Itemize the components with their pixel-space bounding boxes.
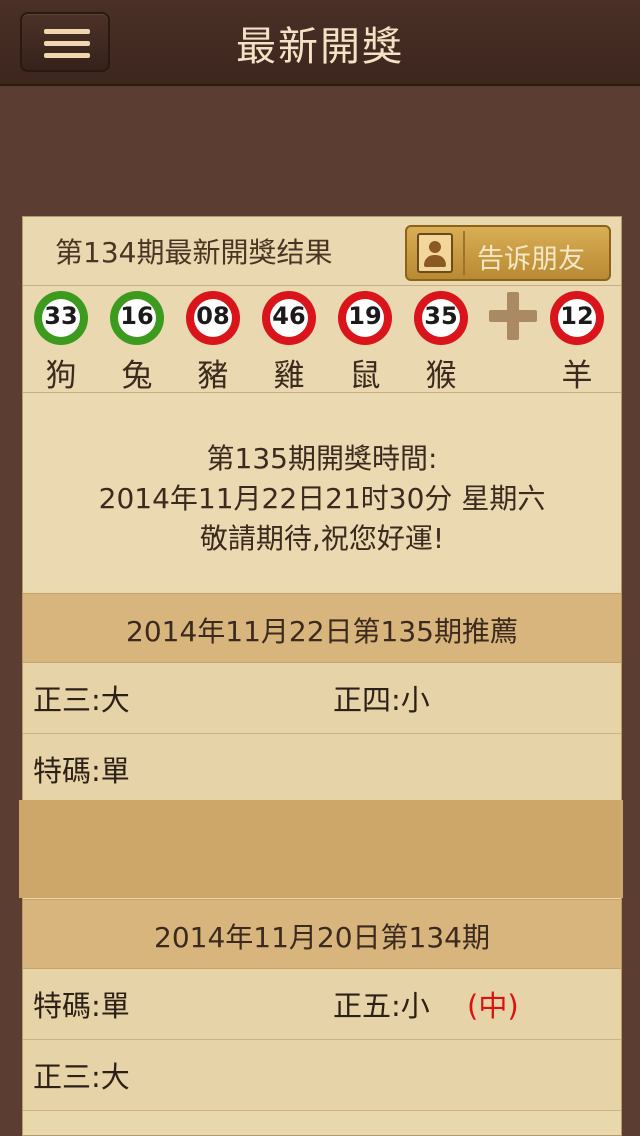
ball-number: 16 (120, 302, 154, 330)
special-ball: 12 (549, 290, 605, 346)
ball-number: 08 (196, 302, 230, 330)
draw-balls-row: 33 狗 16 兔 08 豬 46 雞 19 鼠 35 猴 12 羊 (23, 286, 621, 394)
tell-friends-button[interactable]: 告诉朋友 (405, 225, 611, 281)
pick-label: 正三:大 (33, 1060, 130, 1094)
next-draw-line: 第135期開獎時間: (206, 442, 438, 475)
tell-friends-label: 告诉朋友 (477, 244, 585, 275)
hit-badge: (中) (467, 989, 519, 1023)
plus-icon (489, 292, 537, 340)
latest-result-header: 第134期最新開獎结果 告诉朋友 (23, 217, 621, 286)
lottery-ball: 08 (185, 290, 241, 346)
zodiac-label: 猴 (425, 358, 457, 394)
ball-number: 12 (560, 302, 594, 330)
zodiac-label: 豬 (197, 358, 229, 394)
recommend-header: 2014年11月22日第135期推薦 (23, 593, 621, 663)
previous-title: 2014年11月20日第134期 (154, 921, 490, 954)
contacts-book-icon (417, 233, 453, 273)
zodiac-label: 鼠 (349, 358, 381, 394)
page-title: 最新開獎 (236, 24, 404, 70)
next-draw-time: 2014年11月22日21时30分 星期六 (98, 482, 546, 515)
pick-label: 特碼:單 (33, 754, 130, 788)
zodiac-label: 羊 (561, 358, 593, 394)
zodiac-label: 狗 (45, 358, 77, 394)
previous-header: 2014年11月20日第134期 (23, 899, 621, 969)
lottery-ball: 35 (413, 290, 469, 346)
ball-number: 35 (424, 302, 458, 330)
ball-number: 19 (348, 302, 382, 330)
latest-result-title: 第134期最新開獎结果 (55, 236, 333, 269)
next-draw-info: 第135期開獎時間: 2014年11月22日21时30分 星期六 敬請期待,祝您… (23, 393, 621, 591)
lottery-ball: 19 (337, 290, 393, 346)
nav-bar: 最新開獎 (0, 0, 640, 86)
recommend-title: 2014年11月22日第135期推薦 (126, 615, 518, 648)
lottery-ball: 16 (109, 290, 165, 346)
lottery-ball: 46 (261, 290, 317, 346)
previous-row: 正三:大 (23, 1040, 621, 1111)
pick-label: 正五:小 (333, 989, 430, 1023)
ball-number: 33 (44, 302, 78, 330)
pick-label: 特碼:單 (33, 989, 130, 1023)
next-draw-greeting: 敬請期待,祝您好運! (199, 522, 445, 555)
zodiac-label: 兔 (121, 358, 153, 394)
results-panel: 第134期最新開獎结果 告诉朋友 33 狗 16 兔 08 豬 46 雞 19 … (19, 216, 623, 1136)
recommend-row: 正三:大 正四:小 (23, 663, 621, 734)
previous-row: 特碼:單 正五:小 (中) (23, 969, 621, 1040)
zodiac-label: 雞 (273, 358, 305, 394)
section-divider (19, 800, 623, 898)
recommend-row: 特碼:單 (23, 734, 621, 805)
pick-label: 正三:大 (33, 683, 130, 717)
pick-label: 正四:小 (333, 683, 430, 717)
lottery-ball: 33 (33, 290, 89, 346)
ball-number: 46 (272, 302, 306, 330)
